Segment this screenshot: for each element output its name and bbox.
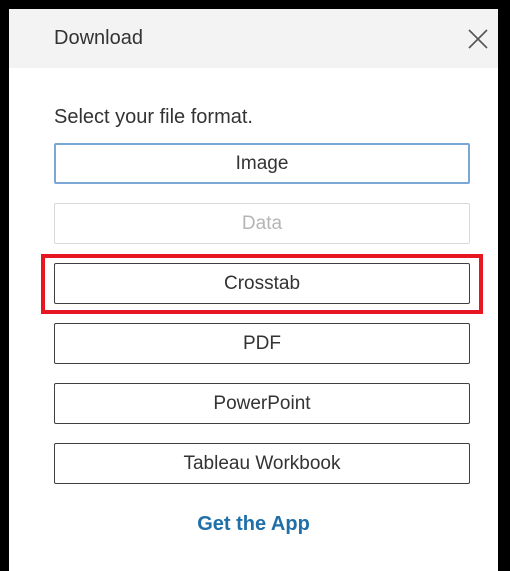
get-the-app-link[interactable]: Get the App — [9, 513, 498, 536]
data-button: Data — [54, 203, 470, 244]
powerpoint-button[interactable]: PowerPoint — [54, 383, 470, 424]
dialog-header: Download — [9, 9, 498, 68]
file-format-prompt: Select your file format. — [54, 106, 253, 128]
download-dialog: Download Select your file format. Image … — [9, 9, 498, 571]
tableau-workbook-button[interactable]: Tableau Workbook — [54, 443, 470, 484]
crosstab-highlight-box — [41, 254, 483, 314]
pdf-button[interactable]: PDF — [54, 323, 470, 364]
close-icon[interactable] — [467, 28, 489, 50]
image-button[interactable]: Image — [54, 143, 470, 184]
dialog-title: Download — [54, 27, 143, 49]
